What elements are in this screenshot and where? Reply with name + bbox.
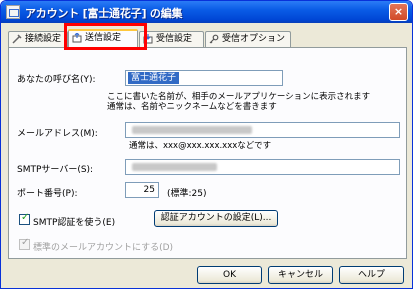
smtp-auth-label: SMTP認証を使う(E) bbox=[33, 218, 116, 228]
app-icon bbox=[6, 5, 20, 19]
send-settings-panel: あなたの呼び名(Y): 富士通花子 ここに書いた名前が、相手のメールアプリケーシ… bbox=[8, 47, 407, 259]
tab-send[interactable]: 送信設定 bbox=[68, 29, 138, 48]
tab-label: 受信設定 bbox=[156, 34, 193, 44]
title-bar: アカウント [富士通花子] の編集 × bbox=[1, 1, 412, 23]
receive-icon bbox=[143, 34, 153, 44]
smtp-label: SMTPサーバー(S): bbox=[17, 165, 94, 175]
cancel-button[interactable]: キャンセル bbox=[268, 266, 333, 284]
name-field[interactable]: 富士通花子 bbox=[125, 70, 283, 86]
tab-receive-options[interactable]: 受信オプション bbox=[205, 31, 291, 47]
email-field[interactable] bbox=[125, 122, 400, 138]
ok-button[interactable]: OK bbox=[197, 266, 262, 284]
email-label: メールアドレス(M): bbox=[17, 129, 98, 139]
port-label: ポート番号(P): bbox=[17, 189, 78, 199]
smtp-value-redacted bbox=[132, 163, 217, 171]
tab-label: 接続設定 bbox=[25, 34, 62, 44]
key-icon bbox=[209, 34, 219, 44]
tab-label: 受信オプション bbox=[222, 34, 286, 44]
name-value: 富士通花子 bbox=[128, 72, 180, 84]
email-value-redacted bbox=[132, 126, 252, 134]
smtp-auth-checkbox[interactable]: ✓ bbox=[19, 212, 30, 225]
close-button[interactable]: × bbox=[389, 3, 408, 21]
port-default-note: (標準:25) bbox=[167, 189, 207, 199]
account-edit-dialog: アカウント [富士通花子] の編集 × 接続設定 送信設定 受信設定 受信オプシ… bbox=[0, 0, 413, 289]
plug-icon bbox=[12, 34, 22, 44]
name-note: ここに書いた名前が、相手のメールアプリケーションに表示されます 通常は、名前やニ… bbox=[107, 92, 371, 112]
default-account-label: 標準のメールアカウントにする(D) bbox=[33, 243, 174, 253]
auth-account-settings-button[interactable]: 認証アカウントの設定(L)... bbox=[154, 210, 278, 227]
window-title: アカウント [富士通花子] の編集 bbox=[25, 7, 183, 20]
tab-label: 送信設定 bbox=[85, 33, 122, 43]
default-account-checkbox[interactable]: ✓ bbox=[19, 237, 30, 250]
check-mark-icon: ✓ bbox=[21, 212, 30, 223]
tab-strip: 接続設定 送信設定 受信設定 受信オプション bbox=[8, 29, 408, 48]
send-icon bbox=[72, 33, 82, 43]
email-note: 通常は、xxx@xxx.xxx.xxxなどです bbox=[129, 141, 272, 151]
name-label: あなたの呼び名(Y): bbox=[17, 75, 96, 85]
tab-receive[interactable]: 受信設定 bbox=[139, 31, 204, 47]
smtp-server-field[interactable] bbox=[125, 159, 400, 175]
port-field[interactable]: 25 bbox=[125, 182, 159, 198]
tab-connection[interactable]: 接続設定 bbox=[8, 31, 68, 47]
check-mark-icon: ✓ bbox=[21, 237, 30, 248]
help-button[interactable]: ヘルプ bbox=[339, 266, 404, 284]
